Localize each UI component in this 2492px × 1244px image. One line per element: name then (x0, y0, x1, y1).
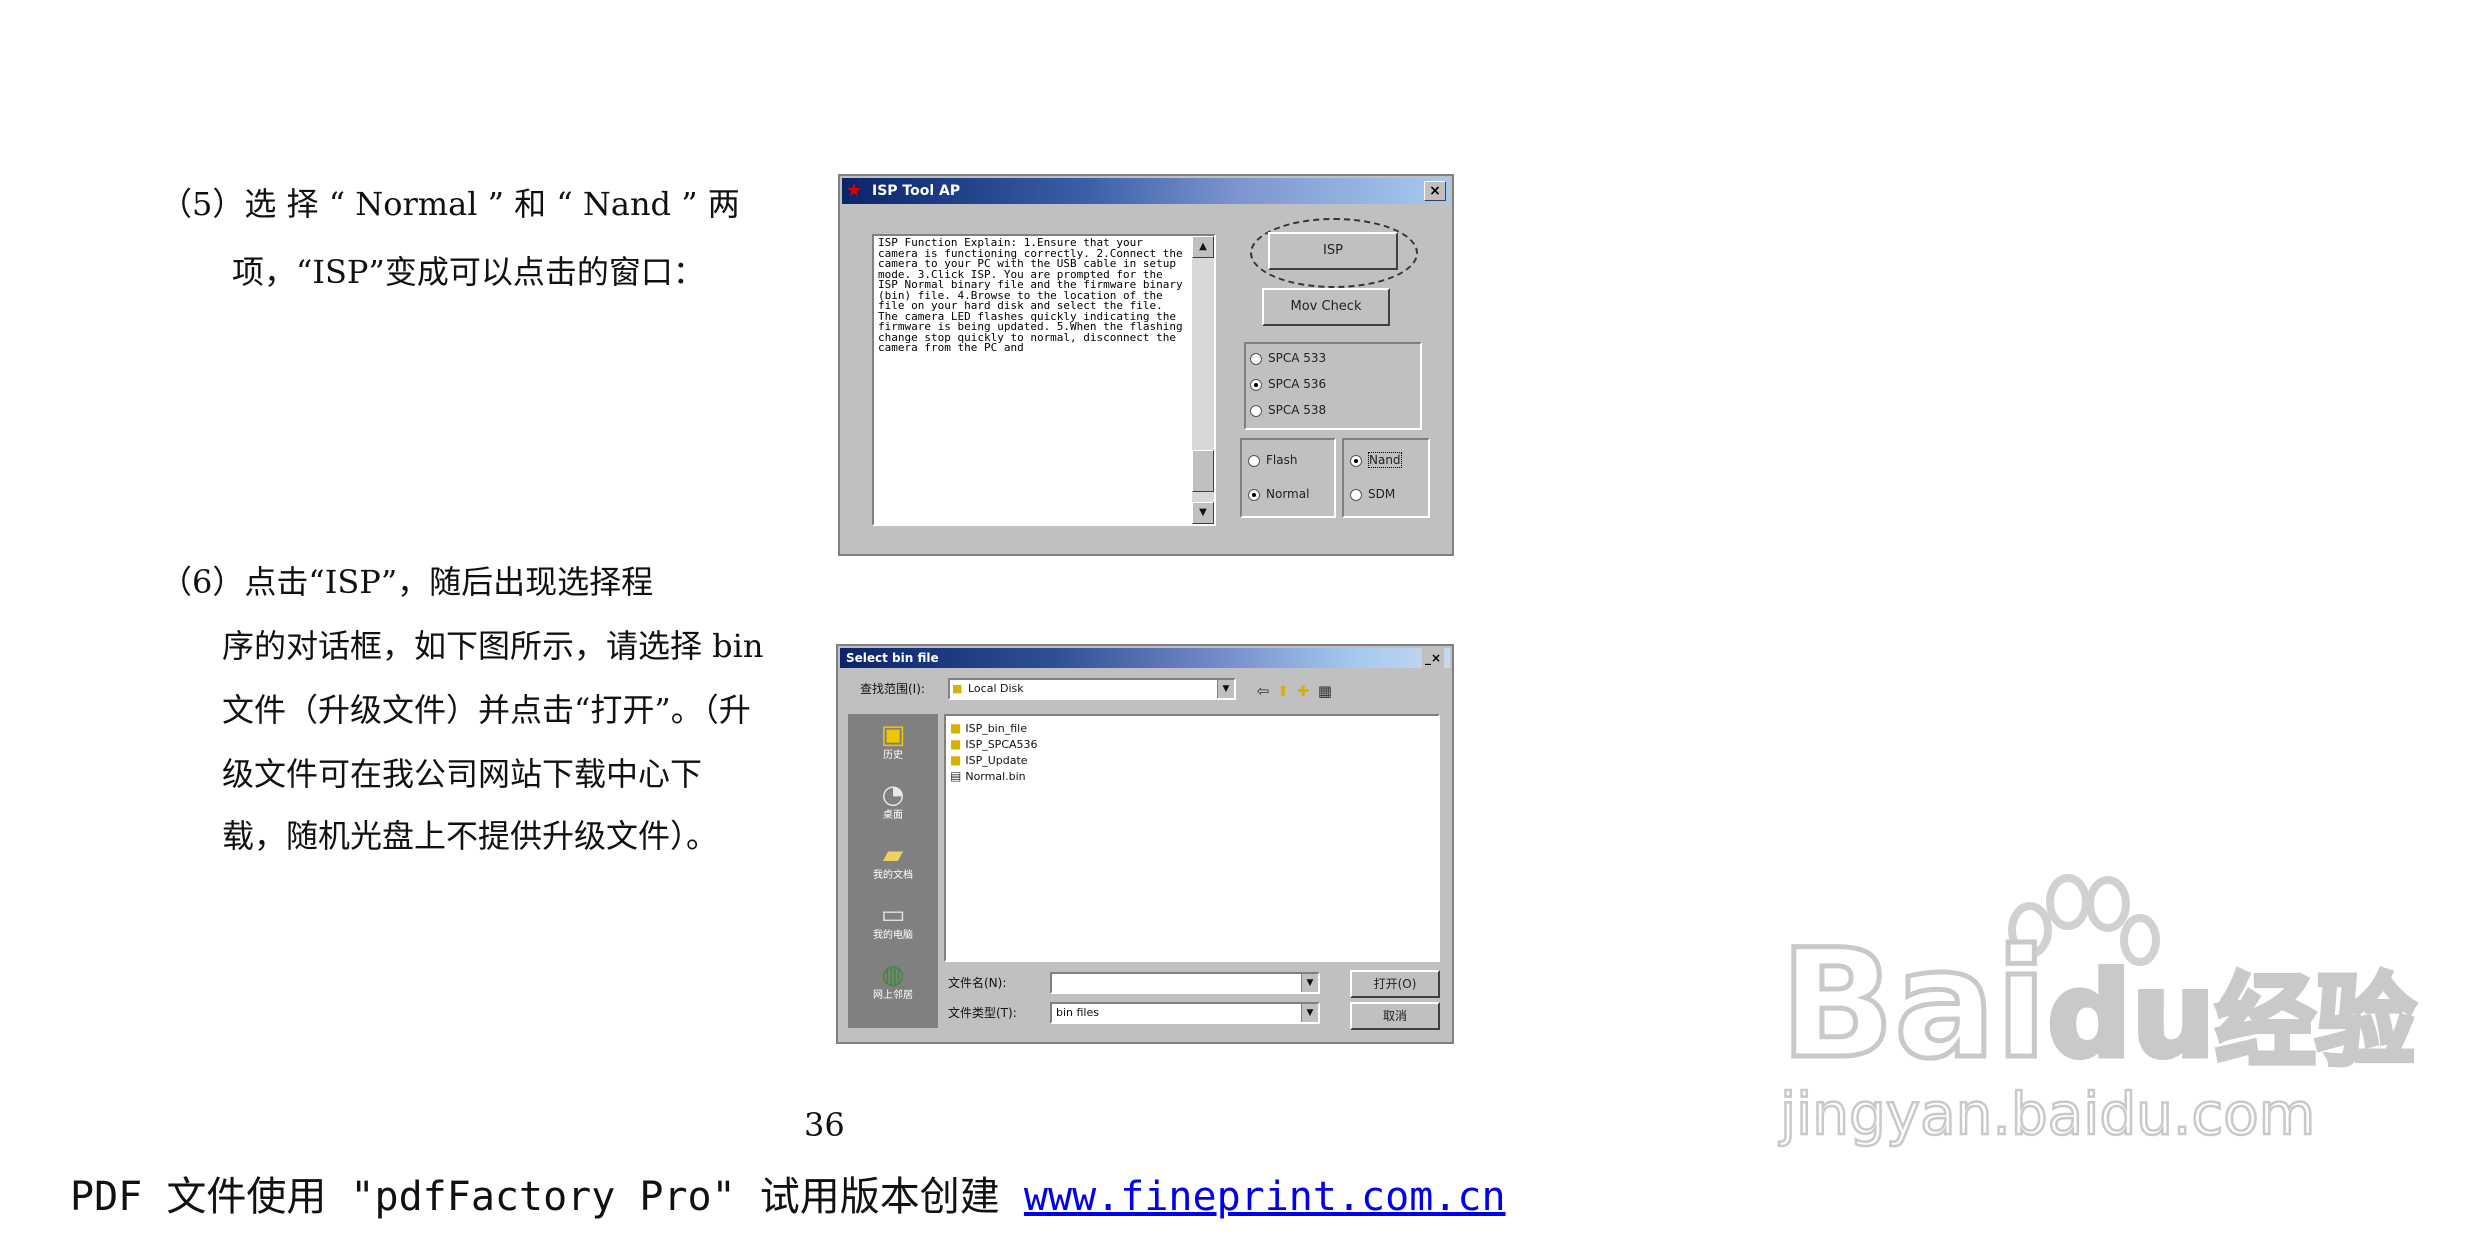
radio-spca-538[interactable]: SPCA 538 (1250, 402, 1326, 418)
step6-line-1: （6）点击“ISP”，随后出现选择程 (160, 563, 654, 601)
folder-icon: ■ (950, 753, 962, 767)
step5-line-1: （5）选 择 “ Normal ” 和 “ Nand ” 两 (160, 185, 740, 223)
lookin-label: 查找范围(I): (860, 682, 925, 696)
step6-line-2: 序的对话框，如下图所示，请选择 bin (222, 627, 764, 665)
isp-button[interactable]: ISP (1268, 232, 1398, 270)
window-controls-icon[interactable]: _× (1421, 648, 1444, 668)
radio-dot-icon (1350, 488, 1362, 501)
radio-sdm[interactable]: SDM (1350, 486, 1395, 502)
memory-groupbox: Nand SDM (1342, 438, 1430, 518)
step6-line-5: 载，随机光盘上不提供升级文件）。 (222, 817, 719, 855)
isp-window-titlebar: ★ ISP Tool AP × (842, 178, 1450, 204)
isp-tool-window: ★ ISP Tool AP × ISP Function Explain: 1.… (838, 174, 1454, 556)
instructions-text: ISP Function Explain: 1.Ensure that your… (878, 236, 1183, 354)
folder-icon: ■ (952, 682, 963, 695)
star-app-icon: ★ (846, 180, 863, 201)
select-file-dialog: Select bin file _× 查找范围(I): Local Disk ■… (836, 644, 1454, 1044)
documents-folder-icon: ▰ (883, 840, 903, 870)
radio-dot-selected-icon (1248, 488, 1260, 501)
step6-line-4: 级文件可在我公司网站下载中心下 (222, 755, 703, 793)
list-item[interactable]: ▤ Normal.bin (950, 768, 1026, 785)
close-icon[interactable]: × (1424, 181, 1446, 201)
isp-window-title: ISP Tool AP (872, 183, 961, 199)
place-network[interactable]: ◍ 网上邻居 (848, 960, 938, 1002)
radio-dot-selected-icon (1350, 454, 1362, 467)
network-globe-icon: ◍ (881, 960, 905, 990)
place-my-documents[interactable]: ▰ 我的文档 (848, 840, 938, 882)
spca-groupbox: SPCA 533 SPCA 536 SPCA 538 (1244, 342, 1422, 430)
list-item[interactable]: ■ ISP_SPCA536 (950, 736, 1038, 753)
filetype-select[interactable]: bin files ▼ (1050, 1002, 1320, 1024)
radio-nand[interactable]: Nand (1350, 452, 1402, 468)
filename-input[interactable]: ▼ (1050, 972, 1320, 994)
step6-line-3: 文件（升级文件）并点击“打开”。（升 (222, 691, 751, 729)
place-desktop[interactable]: ◔ 桌面 (848, 780, 938, 822)
chevron-down-icon[interactable]: ▼ (1301, 1004, 1318, 1022)
vertical-scrollbar[interactable]: ▲ ▼ (1192, 236, 1214, 524)
instructions-listbox[interactable]: ISP Function Explain: 1.Ensure that your… (872, 234, 1216, 526)
filename-label: 文件名(N): (948, 976, 1007, 990)
scroll-up-icon[interactable]: ▲ (1192, 236, 1214, 258)
baidu-jingyan-watermark: Baidu经验 jingyan.baidu.com (1778, 870, 2418, 1160)
footer-link[interactable]: www.fineprint.com.cn (1024, 1174, 1506, 1220)
view-menu-icon[interactable]: ▦ (1316, 682, 1334, 700)
mode-groupbox: Flash Normal (1240, 438, 1336, 518)
list-item[interactable]: ■ ISP_bin_file (950, 720, 1027, 737)
filetype-label: 文件类型(T): (948, 1006, 1017, 1020)
radio-normal[interactable]: Normal (1248, 486, 1309, 502)
places-bar: ▣ 历史 ◔ 桌面 ▰ 我的文档 ▭ 我的电脑 ◍ 网上邻居 (848, 714, 938, 1028)
lookin-combo[interactable]: Local Disk ■ ▼ (948, 678, 1236, 700)
chevron-down-icon[interactable]: ▼ (1217, 680, 1234, 698)
cancel-button[interactable]: 取消 (1350, 1002, 1440, 1030)
folder-icon: ■ (950, 721, 962, 735)
place-history[interactable]: ▣ 历史 (848, 720, 938, 762)
desktop-icon: ◔ (881, 780, 905, 810)
folder-icon: ■ (950, 737, 962, 751)
radio-spca-533[interactable]: SPCA 533 (1250, 350, 1326, 366)
back-icon[interactable]: ⇦ (1254, 682, 1272, 700)
place-my-computer[interactable]: ▭ 我的电脑 (848, 900, 938, 942)
scroll-down-icon[interactable]: ▼ (1192, 502, 1214, 524)
mov-check-button[interactable]: Mov Check (1262, 288, 1390, 326)
file-list[interactable]: ■ ISP_bin_file ■ ISP_SPCA536 ■ ISP_Update ▤… (944, 714, 1440, 962)
radio-spca-536[interactable]: SPCA 536 (1250, 376, 1326, 392)
computer-icon: ▭ (880, 900, 906, 930)
file-dialog-titlebar: Select bin file _× (840, 648, 1450, 668)
history-icon: ▣ (880, 720, 906, 750)
radio-dot-icon (1250, 404, 1262, 417)
footer: PDF 文件使用 "pdfFactory Pro" 试用版本创建 www.fin… (70, 1164, 1506, 1222)
step5-line-2: 项，“ISP”变成可以点击的窗口： (232, 253, 705, 291)
file-icon: ▤ (950, 769, 962, 783)
scroll-thumb[interactable] (1192, 450, 1214, 492)
filetype-value: bin files (1056, 1006, 1099, 1019)
watermark-url: jingyan.baidu.com (1779, 1079, 2317, 1150)
list-item[interactable]: ■ ISP_Update (950, 752, 1028, 769)
radio-dot-selected-icon (1250, 378, 1262, 391)
footer-text: PDF 文件使用 "pdfFactory Pro" 试用版本创建 (70, 1174, 1000, 1220)
chevron-down-icon[interactable]: ▼ (1301, 974, 1318, 992)
open-button[interactable]: 打开(O) (1350, 970, 1440, 998)
page-number: 36 (804, 1106, 845, 1144)
radio-flash[interactable]: Flash (1248, 452, 1297, 468)
radio-dot-icon (1250, 352, 1262, 365)
file-dialog-title: Select bin file (846, 651, 939, 665)
watermark-logo: Baidu经验 (1778, 918, 2418, 1092)
up-folder-icon[interactable]: ⬆ (1274, 682, 1292, 700)
new-folder-icon[interactable]: ✚ (1294, 682, 1312, 700)
radio-dot-icon (1248, 454, 1260, 467)
